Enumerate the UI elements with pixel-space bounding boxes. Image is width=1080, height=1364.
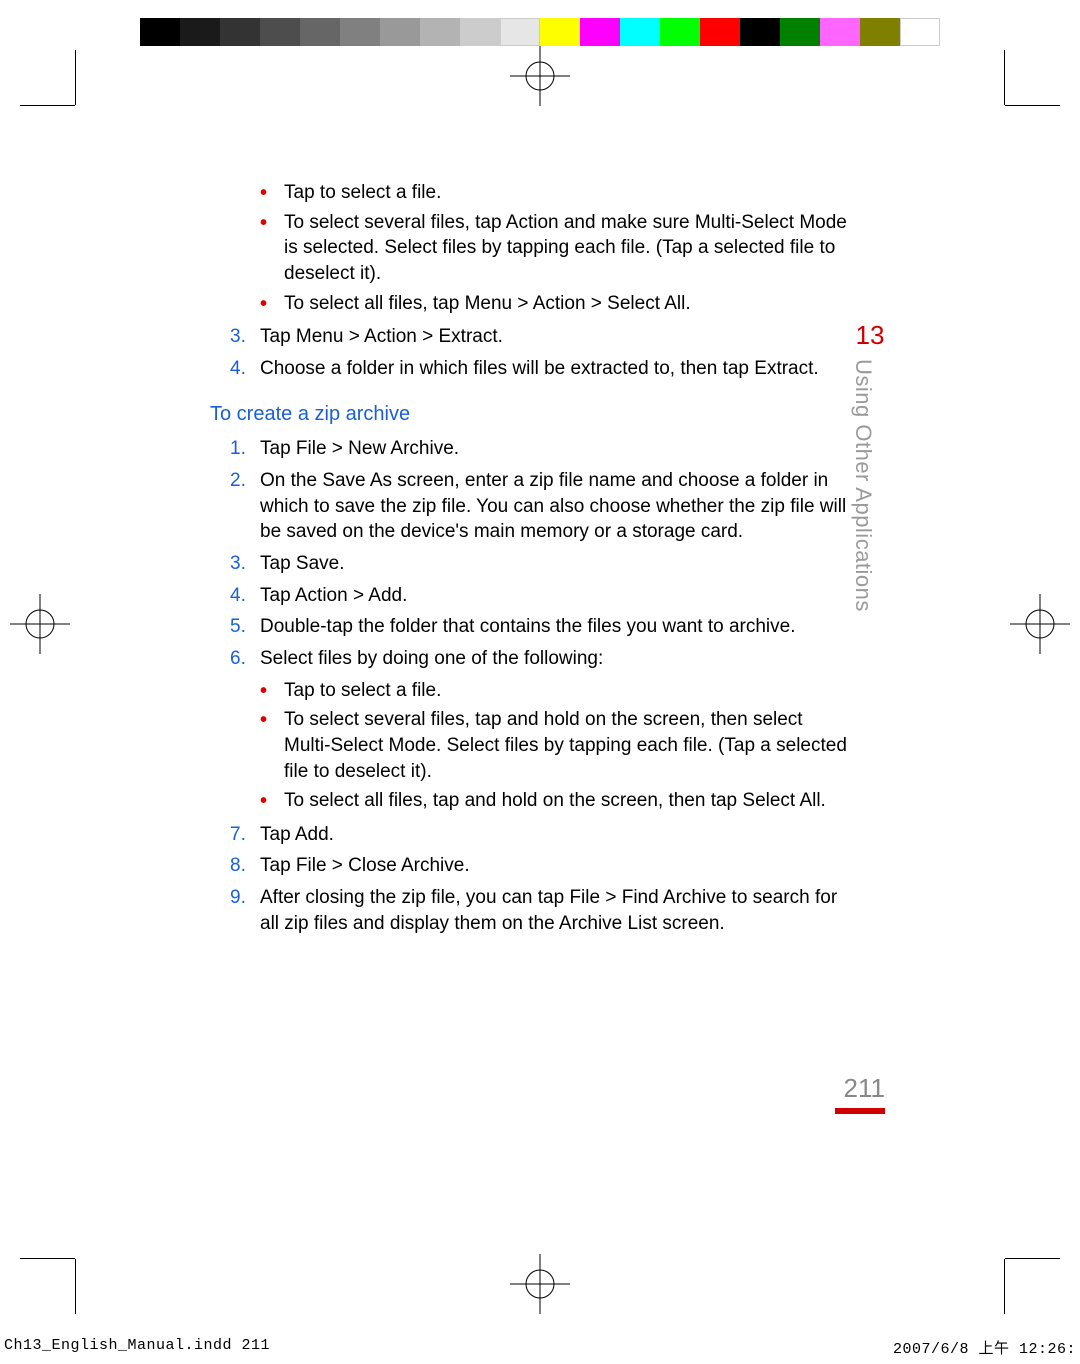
chapter-tab: 13 Using Other Applications: [850, 320, 890, 612]
crop-mark: [1004, 1259, 1005, 1314]
page-number-accent: [835, 1108, 885, 1114]
step-text: After closing the zip file, you can tap …: [260, 887, 837, 934]
list-item: 4. Choose a folder in which files will be…: [230, 356, 850, 382]
list-item: 2. On the Save As screen, enter a zip fil…: [230, 468, 850, 545]
crop-mark: [1005, 105, 1060, 106]
crop-mark: [20, 1258, 75, 1259]
list-item: 8. Tap File > Close Archive.: [230, 853, 850, 879]
section-heading: To create a zip archive: [210, 401, 850, 428]
step-text: Tap Action > Add.: [260, 585, 407, 606]
crop-mark: [1004, 50, 1005, 105]
list-item: To select all files, tap Menu > Action >…: [260, 291, 850, 317]
list-item: Tap to select a file.: [260, 180, 850, 206]
list-item: To select all files, tap and hold on the…: [260, 788, 850, 814]
list-item: 3. Tap Save.: [230, 551, 850, 577]
list-item: 4. Tap Action > Add.: [230, 583, 850, 609]
step-text: On the Save As screen, enter a zip file …: [260, 470, 846, 542]
list-item: 5. Double-tap the folder that contains th…: [230, 614, 850, 640]
step-text: Choose a folder in which files will be e…: [260, 358, 819, 379]
crop-mark: [1005, 1258, 1060, 1259]
crop-mark: [75, 50, 76, 105]
chapter-title: Using Other Applications: [850, 359, 876, 612]
list-item: 3. Tap Menu > Action > Extract.: [230, 324, 850, 350]
registration-mark-icon: [10, 594, 70, 654]
step-number: 9.: [230, 885, 246, 911]
page-number-block: 211: [835, 1073, 885, 1114]
step-number: 5.: [230, 614, 246, 640]
step-number: 1.: [230, 436, 246, 462]
step-text: Double-tap the folder that contains the …: [260, 616, 795, 637]
sub-bullet-list: Tap to select a file. To select several …: [260, 678, 850, 814]
step-text: Tap File > Close Archive.: [260, 855, 470, 876]
step-number: 6.: [230, 646, 246, 672]
step-number: 3.: [230, 551, 246, 577]
color-calibration-bar: [140, 18, 940, 46]
bullet-text: Tap to select a file.: [284, 680, 441, 701]
chapter-number: 13: [850, 320, 890, 351]
list-item: 7. Tap Add.: [230, 822, 850, 848]
step-number: 3.: [230, 324, 246, 350]
list-item: Tap to select a file.: [260, 678, 850, 704]
intro-step-list: 3. Tap Menu > Action > Extract. 4. Choose …: [230, 324, 850, 381]
step-number: 8.: [230, 853, 246, 879]
registration-mark-icon: [510, 46, 570, 106]
step-number: 4.: [230, 356, 246, 382]
crop-mark: [20, 105, 75, 106]
step-text: Tap Add.: [260, 824, 334, 845]
bullet-text: To select several files, tap Action and …: [284, 212, 847, 284]
bullet-text: To select all files, tap and hold on the…: [284, 790, 826, 811]
footer-date: 2007/6/8 上午 12:26:: [893, 1337, 1076, 1358]
page-content: Tap to select a file. To select several …: [210, 180, 850, 942]
step-number: 2.: [230, 468, 246, 494]
list-item: 9. After closing the zip file, you can ta…: [230, 885, 850, 936]
after-step-list: 7. Tap Add. 8. Tap File > Close Archive. 9…: [230, 822, 850, 937]
page-number: 211: [835, 1073, 885, 1104]
list-item: 6. Select files by doing one of the follo…: [230, 646, 850, 672]
crop-mark: [75, 1259, 76, 1314]
print-footer: Ch13_English_Manual.indd 211 2007/6/8 上午…: [4, 1337, 1076, 1358]
registration-mark-icon: [510, 1254, 570, 1314]
step-text: Select files by doing one of the followi…: [260, 648, 603, 669]
step-text: Tap Save.: [260, 553, 345, 574]
bullet-text: To select several files, tap and hold on…: [284, 709, 847, 781]
list-item: 1. Tap File > New Archive.: [230, 436, 850, 462]
step-number: 4.: [230, 583, 246, 609]
main-step-list: 1. Tap File > New Archive. 2. On the Save …: [230, 436, 850, 671]
list-item: To select several files, tap Action and …: [260, 210, 850, 287]
bullet-text: To select all files, tap Menu > Action >…: [284, 293, 691, 314]
bullet-text: Tap to select a file.: [284, 182, 441, 203]
footer-file: Ch13_English_Manual.indd 211: [4, 1337, 270, 1358]
step-number: 7.: [230, 822, 246, 848]
list-item: To select several files, tap and hold on…: [260, 707, 850, 784]
intro-bullet-list: Tap to select a file. To select several …: [260, 180, 850, 316]
step-text: Tap File > New Archive.: [260, 438, 459, 459]
registration-mark-icon: [1010, 594, 1070, 654]
step-text: Tap Menu > Action > Extract.: [260, 326, 503, 347]
